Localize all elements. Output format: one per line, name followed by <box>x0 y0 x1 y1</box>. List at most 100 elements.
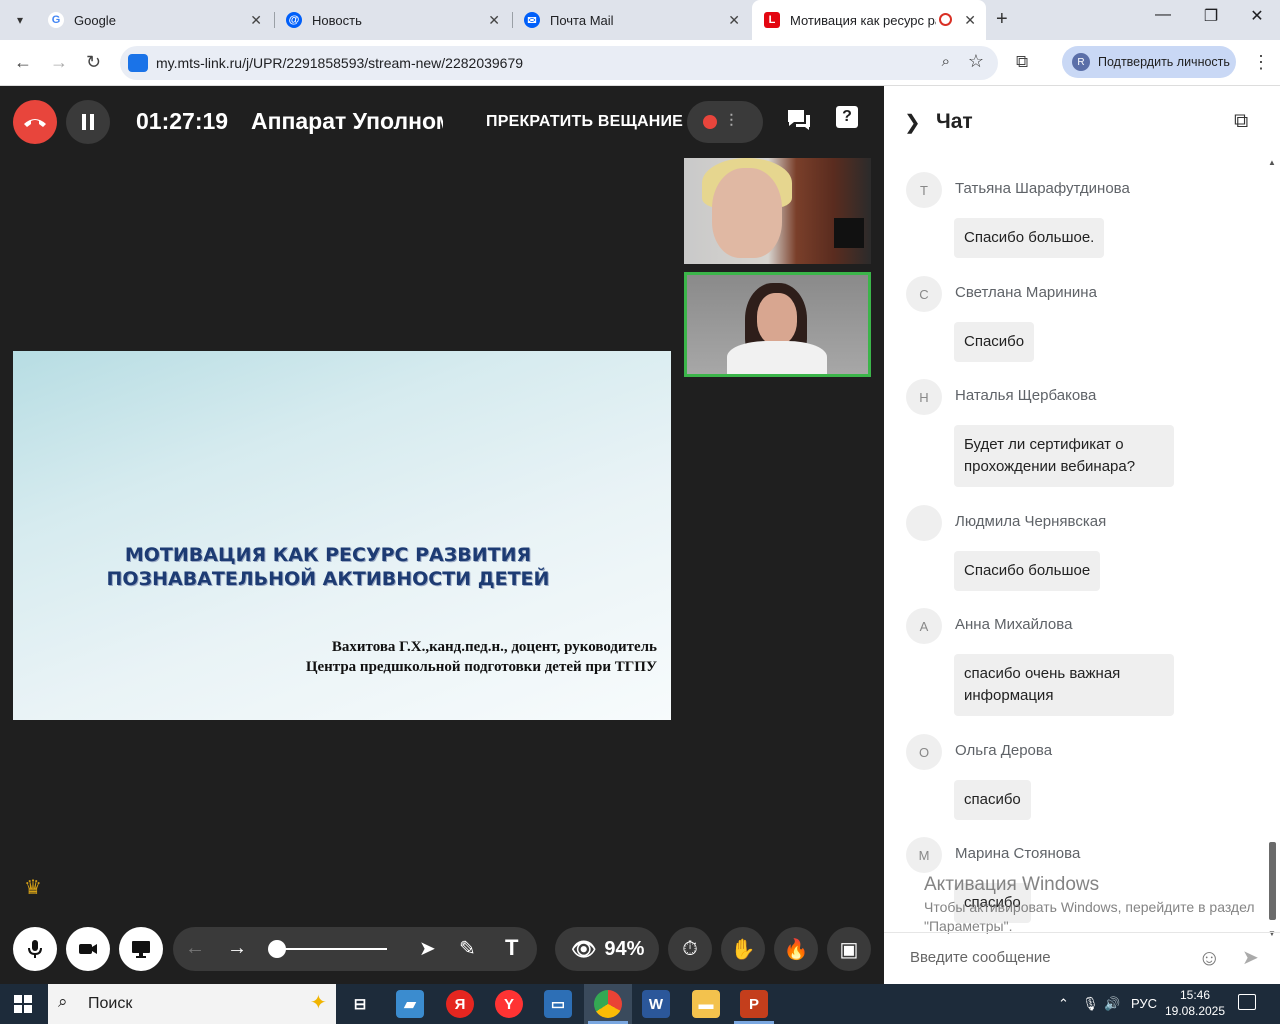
screen-share-button[interactable] <box>119 927 163 971</box>
sparkle-icon: ✦ <box>310 992 327 1014</box>
task-view-icon[interactable]: ⊟ <box>346 990 374 1018</box>
slide-title-line: МОТИВАЦИЯ КАК РЕСУРС РАЗВИТИЯ <box>124 544 532 566</box>
notepad-app-icon[interactable]: ▰ <box>396 990 424 1018</box>
next-slide-icon[interactable]: → <box>227 937 247 960</box>
participant-video-2-active-speaker[interactable] <box>684 272 871 377</box>
pointer-cursor-icon[interactable]: ➤ <box>419 936 436 961</box>
browser-menu-icon[interactable]: ⋮ <box>1252 52 1270 73</box>
new-tab-icon[interactable]: + <box>996 8 1008 31</box>
input-language[interactable]: РУС <box>1131 996 1157 1011</box>
zoom-icon[interactable]: ⌕ <box>942 53 950 70</box>
stopwatch-icon: ⏱ <box>682 937 698 960</box>
video-background-object <box>834 218 864 248</box>
raise-hand-button[interactable]: ✋ <box>721 927 765 971</box>
avatar: О <box>906 734 942 770</box>
reactions-button[interactable]: 🔥 <box>774 927 818 971</box>
collapse-chevron-icon[interactable]: ❯ <box>904 110 921 135</box>
url-text[interactable]: my.mts-link.ru/j/UPR/2291858593/stream-n… <box>156 55 523 71</box>
chat-scrollbar[interactable]: ▲ ▼ <box>1268 158 1276 938</box>
text-tool-icon[interactable]: T <box>505 935 518 961</box>
bookmark-star-icon[interactable]: ☆ <box>968 51 984 72</box>
previous-slide-icon[interactable]: ← <box>185 937 205 960</box>
address-bar[interactable]: my.mts-link.ru/j/UPR/2291858593/stream-n… <box>120 46 998 80</box>
powerpoint-icon[interactable]: P <box>740 990 768 1018</box>
word-icon[interactable]: W <box>642 990 670 1018</box>
mail-at-icon: @ <box>286 12 302 28</box>
leave-call-button[interactable] <box>13 100 57 144</box>
presentation-slide: МОТИВАЦИЯ КАК РЕСУРС РАЗВИТИЯ ПОЗНАВАТЕЛ… <box>13 351 671 720</box>
sender-name: Марина Стоянова <box>955 845 1081 862</box>
send-icon[interactable]: ➤ <box>1242 945 1259 970</box>
slide-title: МОТИВАЦИЯ КАК РЕСУРС РАЗВИТИЯ ПОЗНАВАТЕЛ… <box>13 543 643 591</box>
tab-strip: ▾ G Google ✕ @ Новость ✕ ✉ Почта Mail ✕ … <box>0 0 1280 40</box>
close-tab-icon[interactable]: ✕ <box>250 12 262 29</box>
help-icon[interactable]: ? <box>836 106 858 128</box>
camera-button[interactable] <box>66 927 110 971</box>
participant-video-1[interactable] <box>684 158 871 264</box>
minimize-icon[interactable]: — <box>1140 6 1186 24</box>
browser-toolbar: ← → ↻ my.mts-link.ru/j/UPR/2291858593/st… <box>0 40 1280 86</box>
microphone-tray-icon[interactable]: 🎙 <box>1082 996 1099 1012</box>
restore-icon[interactable]: ❐ <box>1188 6 1234 26</box>
yandex-icon[interactable]: Я <box>446 990 474 1018</box>
timer-stopwatch-button[interactable]: ⏱ <box>668 927 712 971</box>
reload-icon[interactable]: ↻ <box>86 52 101 73</box>
slide-progress-track[interactable] <box>277 948 387 950</box>
sender-name: Наталья Щербакова <box>955 387 1097 404</box>
scrollbar-thumb[interactable] <box>1269 842 1276 920</box>
tab-motivation[interactable]: L Мотивация как ресурс раз ✕ <box>752 0 986 40</box>
emoji-icon[interactable]: ☺ <box>1198 945 1220 971</box>
chat-input-area: Введите сообщение ☺ ➤ <box>884 932 1280 984</box>
windows-start-icon[interactable] <box>14 995 32 1013</box>
tab-pochta-mail[interactable]: ✉ Почта Mail ✕ <box>512 0 750 40</box>
chat-bubbles-icon[interactable] <box>786 108 812 137</box>
scroll-up-arrow-icon[interactable]: ▲ <box>1268 158 1276 167</box>
tab-search-chevron-icon[interactable]: ▾ <box>8 8 32 32</box>
viewers-attention-indicator[interactable]: 👁 94% <box>555 927 659 971</box>
notifications-icon[interactable] <box>1238 994 1256 1010</box>
close-tab-icon[interactable]: ✕ <box>488 12 500 29</box>
tray-overflow-icon[interactable]: ⌃ <box>1058 996 1069 1012</box>
verify-identity-button[interactable]: R Подтвердить личность <box>1062 46 1236 78</box>
message-bubble: Спасибо <box>954 322 1035 362</box>
pencil-icon[interactable]: ✎ <box>459 936 476 961</box>
avatar: Т <box>906 172 942 208</box>
chrome-icon[interactable] <box>594 990 622 1018</box>
stop-broadcast-button[interactable]: ПРЕКРАТИТЬ ВЕЩАНИЕ <box>486 113 683 131</box>
stream-area: 01:27:19 Аппарат Уполномоченного ПРЕКРАТ… <box>0 86 884 984</box>
tab-novost[interactable]: @ Новость ✕ <box>274 0 510 40</box>
yandex-browser-icon[interactable]: Y <box>495 990 523 1018</box>
mts-link-icon: L <box>764 12 780 28</box>
close-tab-icon[interactable]: ✕ <box>728 12 740 29</box>
chat-title: Чат <box>936 110 973 133</box>
taskbar-search[interactable]: ⌕ Поиск ✦ <box>48 984 336 1024</box>
volume-icon[interactable]: 🔊 <box>1104 996 1120 1012</box>
message-input[interactable]: Введите сообщение <box>910 949 1051 966</box>
chat-panel: ❯ Чат ⧉ Т Татьяна Шарафутдинова Спасибо … <box>884 86 1280 984</box>
chat-header: ❯ Чат ⧉ <box>884 86 1280 156</box>
slide-progress-knob[interactable] <box>268 940 286 958</box>
sender-name: Светлана Маринина <box>955 284 1097 301</box>
screen-capture-app-icon[interactable]: ▭ <box>544 990 572 1018</box>
close-window-icon[interactable]: ✕ <box>1234 6 1280 26</box>
google-icon: G <box>48 12 64 28</box>
message-bubble: Спасибо большое. <box>954 218 1105 258</box>
extensions-puzzle-icon[interactable]: ⧉ <box>1016 52 1028 72</box>
back-icon[interactable]: ← <box>14 52 32 73</box>
message-bubble: спасибо <box>954 883 1031 923</box>
pause-bar <box>90 114 94 130</box>
video-figure <box>712 168 782 258</box>
layout-button[interactable]: ▣ <box>827 927 871 971</box>
tab-google[interactable]: G Google ✕ <box>36 0 272 40</box>
system-clock[interactable]: 15:46 19.08.2025 <box>1160 987 1230 1019</box>
monitor-icon <box>132 941 150 958</box>
microphone-button[interactable] <box>13 927 57 971</box>
close-tab-icon[interactable]: ✕ <box>964 12 976 29</box>
attention-percent: 94% <box>604 937 645 960</box>
file-explorer-icon[interactable]: ▬ <box>692 990 720 1018</box>
event-title: Аппарат Уполномоченного <box>251 108 443 134</box>
forward-icon[interactable]: → <box>50 52 68 73</box>
pause-button[interactable] <box>66 100 110 144</box>
recording-toggle[interactable]: ⫶ <box>687 101 763 143</box>
popout-icon[interactable]: ⧉ <box>1234 110 1248 133</box>
